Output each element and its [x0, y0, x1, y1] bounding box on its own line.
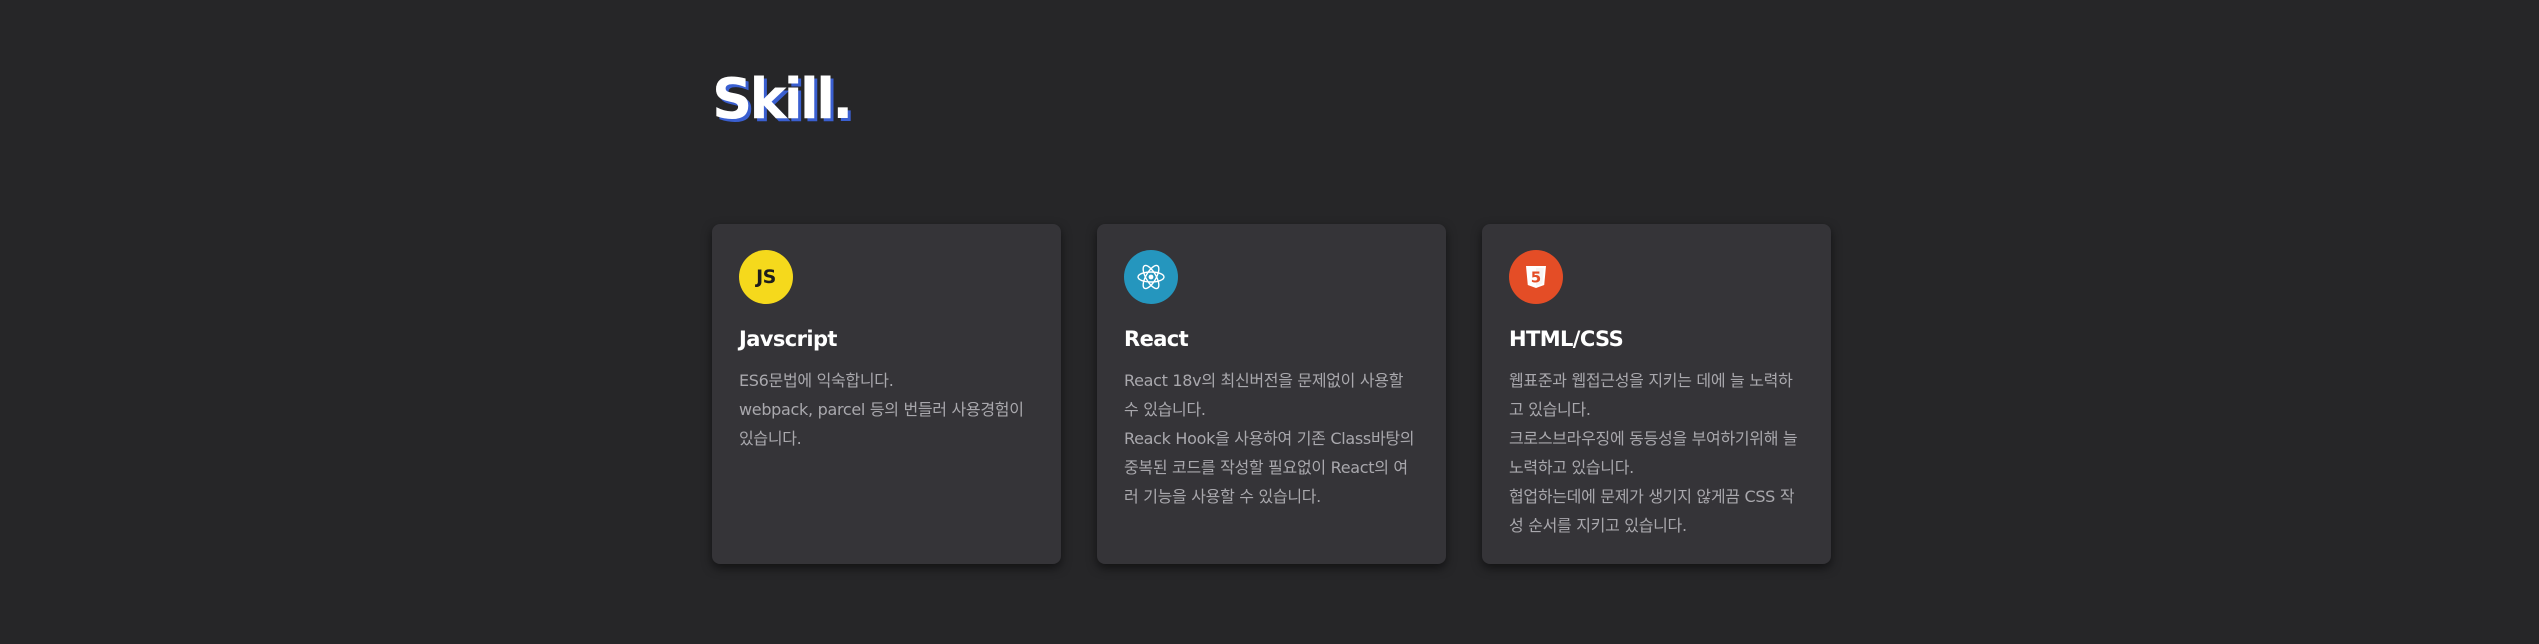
section-title: Skill. — [712, 67, 853, 132]
skill-description-line: Reack Hook을 사용하여 기존 Class바탕의 중복된 코드를 작성할… — [1124, 429, 1415, 506]
javascript-logo-icon: JS — [739, 250, 793, 304]
skill-description-line: webpack, parcel 등의 번들러 사용경험이 있습니다. — [739, 400, 1024, 448]
skill-name: HTML/CSS — [1509, 327, 1624, 351]
skill-description-line: React 18v의 최신버전을 문제없이 사용할 수 있습니다. — [1124, 371, 1404, 419]
skill-section: Skill. JS Javscript ES6문법에 익숙합니다. webpac… — [712, 0, 1831, 644]
react-logo-icon — [1124, 250, 1178, 304]
skill-description-line: 협업하는데에 문제가 생기지 않게끔 CSS 작성 순서를 지키고 있습니다. — [1509, 487, 1795, 535]
html5-shield-icon: 5 — [1526, 266, 1546, 288]
skill-card-list: JS Javscript ES6문법에 익숙합니다. webpack, parc… — [712, 224, 1831, 564]
skill-description: ES6문법에 익숙합니다. webpack, parcel 등의 번들러 사용경… — [739, 366, 1034, 453]
skill-description-line: 크로스브라우징에 동등성을 부여하기위해 늘 노력하고 있습니다. — [1509, 429, 1798, 477]
skill-card-react: React React 18v의 최신버전을 문제없이 사용할 수 있습니다. … — [1097, 224, 1446, 564]
skill-description-line: 웹표준과 웹접근성을 지키는 데에 늘 노력하고 있습니다. — [1509, 371, 1793, 419]
skill-description: 웹표준과 웹접근성을 지키는 데에 늘 노력하고 있습니다. 크로스브라우징에 … — [1509, 366, 1804, 540]
skill-description: React 18v의 최신버전을 문제없이 사용할 수 있습니다. Reack … — [1124, 366, 1419, 511]
skill-name: React — [1124, 327, 1189, 351]
html5-badge-text: 5 — [1531, 269, 1541, 287]
skill-card-javascript: JS Javscript ES6문법에 익숙합니다. webpack, parc… — [712, 224, 1061, 564]
skill-card-html-css: 5 HTML/CSS 웹표준과 웹접근성을 지키는 데에 늘 노력하고 있습니다… — [1482, 224, 1831, 564]
html5-logo-icon: 5 — [1509, 250, 1563, 304]
react-atom-icon — [1137, 264, 1165, 290]
skill-name: Javscript — [739, 327, 837, 351]
skill-description-line: ES6문법에 익숙합니다. — [739, 371, 894, 390]
javascript-badge-text: JS — [756, 266, 776, 288]
